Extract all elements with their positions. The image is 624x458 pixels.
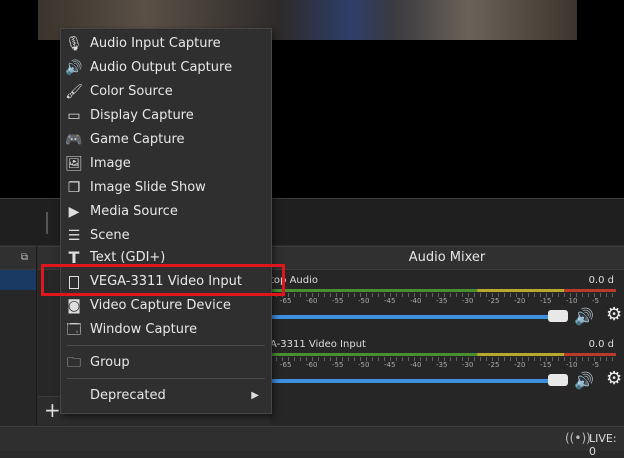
dock-float-icon[interactable]: ⧉ [21, 252, 28, 263]
tick-label: -25 [488, 361, 500, 369]
menu-item-label: Group [90, 355, 130, 370]
mixer-track-name: A-3311 Video Input [270, 339, 366, 350]
tick-label: -55 [332, 361, 344, 369]
splitter-handle[interactable] [46, 212, 48, 234]
menu-item-image-slide-show[interactable]: ❐ Image Slide Show [61, 177, 271, 199]
menu-item-audio-output-capture[interactable]: 🔊 Audio Output Capture [61, 57, 271, 79]
tick-label: -35 [436, 297, 448, 305]
volume-slider-handle[interactable] [548, 310, 568, 322]
list-icon: ☰ [67, 228, 81, 244]
tick-label: -40 [410, 297, 422, 305]
menu-item-label: Game Capture [90, 132, 185, 147]
tick-label: -15 [540, 297, 552, 305]
menu-item-label: Display Capture [90, 108, 194, 123]
live-status: LIVE: 0 [589, 432, 617, 458]
menu-item-label: Scene [90, 228, 130, 243]
tick-label: -35 [436, 361, 448, 369]
menu-item-scene[interactable]: ☰ Scene [61, 225, 271, 247]
camera-icon: ◙ [67, 298, 81, 314]
tick-label: -15 [540, 361, 552, 369]
menu-item-label: Color Source [90, 84, 173, 99]
menu-item-deprecated[interactable]: Deprecated ▶ [61, 385, 271, 407]
mixer-track: top Audio 0.0 d -65 -60 -55 -50 -45 -40 … [270, 271, 624, 331]
tick-label: -20 [514, 361, 526, 369]
window-icon: 🗔 [66, 322, 82, 338]
tick-label: -30 [462, 297, 474, 305]
tick-label: -50 [358, 361, 370, 369]
slideshow-icon: ❐ [67, 180, 81, 196]
meter-tick-labels: -65 -60 -55 -50 -45 -40 -35 -30 -25 -20 … [270, 357, 616, 371]
broadcast-icon: ((•)) [565, 431, 591, 445]
tick-label: -65 [280, 361, 292, 369]
mute-speaker-icon[interactable]: 🔊 [574, 307, 594, 326]
volume-meter [270, 289, 616, 292]
mixer-track-db: 0.0 d [588, 275, 614, 286]
highlight-box [41, 264, 285, 296]
scenes-dock-header: ⧉ [0, 247, 36, 270]
tick-label: -30 [462, 361, 474, 369]
volume-slider[interactable] [270, 315, 560, 319]
volume-meter [270, 353, 616, 356]
menu-item-label: Image Slide Show [90, 180, 206, 195]
menu-item-window-capture[interactable]: 🗔 Window Capture [61, 319, 271, 341]
status-bar: ((•)) LIVE: 0 [0, 426, 624, 458]
tick-label: -60 [306, 297, 318, 305]
play-icon: ▶ [68, 204, 80, 220]
monitor-icon: ▭ [67, 108, 81, 124]
image-icon: 🖼 [65, 156, 83, 172]
volume-slider-handle[interactable] [548, 374, 568, 386]
tick-label: -45 [384, 297, 396, 305]
menu-item-audio-input-capture[interactable]: 🎙 Audio Input Capture [61, 33, 271, 55]
tick-label: -50 [358, 297, 370, 305]
menu-item-display-capture[interactable]: ▭ Display Capture [61, 105, 271, 127]
menu-separator [67, 378, 265, 379]
menu-item-label: Audio Input Capture [90, 36, 221, 51]
menu-item-media-source[interactable]: ▶ Media Source [61, 201, 271, 223]
tick-label: -25 [488, 297, 500, 305]
menu-item-label: Audio Output Capture [90, 60, 233, 75]
tick-label: -5 [592, 297, 599, 305]
tick-label: -40 [410, 361, 422, 369]
folder-icon: 🗀 [67, 355, 81, 371]
mixer-track-db: 0.0 d [588, 339, 614, 350]
microphone-icon: 🎙 [65, 36, 83, 52]
menu-item-label: Media Source [90, 204, 178, 219]
scene-list-item-selected[interactable] [0, 270, 36, 290]
tick-label: -10 [566, 297, 578, 305]
menu-item-group[interactable]: 🗀 Group [61, 352, 271, 374]
tick-label: -10 [566, 361, 578, 369]
scenes-dock: ⧉ [0, 246, 37, 425]
speaker-icon: 🔊 [65, 60, 83, 76]
gamepad-icon: 🎮 [65, 132, 83, 148]
menu-item-label: Window Capture [90, 322, 198, 337]
mute-speaker-icon[interactable]: 🔊 [574, 371, 594, 390]
menu-item-label: Video Capture Device [90, 298, 231, 313]
tick-label: -5 [592, 361, 599, 369]
audio-mixer-dock: Audio Mixer top Audio 0.0 d -65 -60 -55 … [270, 246, 624, 425]
menu-item-image[interactable]: 🖼 Image [61, 153, 271, 175]
menu-item-video-capture-device[interactable]: ◙ Video Capture Device [61, 295, 271, 317]
menu-separator [67, 345, 265, 346]
mixer-track: A-3311 Video Input 0.0 d -65 -60 -55 -50… [270, 335, 624, 395]
menu-item-label: Deprecated [90, 388, 166, 403]
gear-icon[interactable]: ⚙ [606, 304, 622, 325]
tick-label: -65 [280, 297, 292, 305]
menu-item-game-capture[interactable]: 🎮 Game Capture [61, 129, 271, 151]
tick-label: -55 [332, 297, 344, 305]
brush-icon: 🖌 [65, 84, 83, 100]
tick-label: -20 [514, 297, 526, 305]
menu-item-color-source[interactable]: 🖌 Color Source [61, 81, 271, 103]
volume-slider[interactable] [270, 379, 560, 383]
tick-label: -45 [384, 361, 396, 369]
gear-icon[interactable]: ⚙ [606, 368, 622, 389]
menu-item-label: Image [90, 156, 131, 171]
meter-tick-labels: -65 -60 -55 -50 -45 -40 -35 -30 -25 -20 … [270, 293, 616, 307]
add-source-button[interactable]: + [44, 399, 61, 421]
submenu-arrow-icon: ▶ [251, 390, 259, 401]
tick-label: -60 [306, 361, 318, 369]
audio-mixer-title: Audio Mixer [270, 247, 624, 270]
add-source-context-menu: 🎙 Audio Input Capture 🔊 Audio Output Cap… [60, 28, 272, 414]
